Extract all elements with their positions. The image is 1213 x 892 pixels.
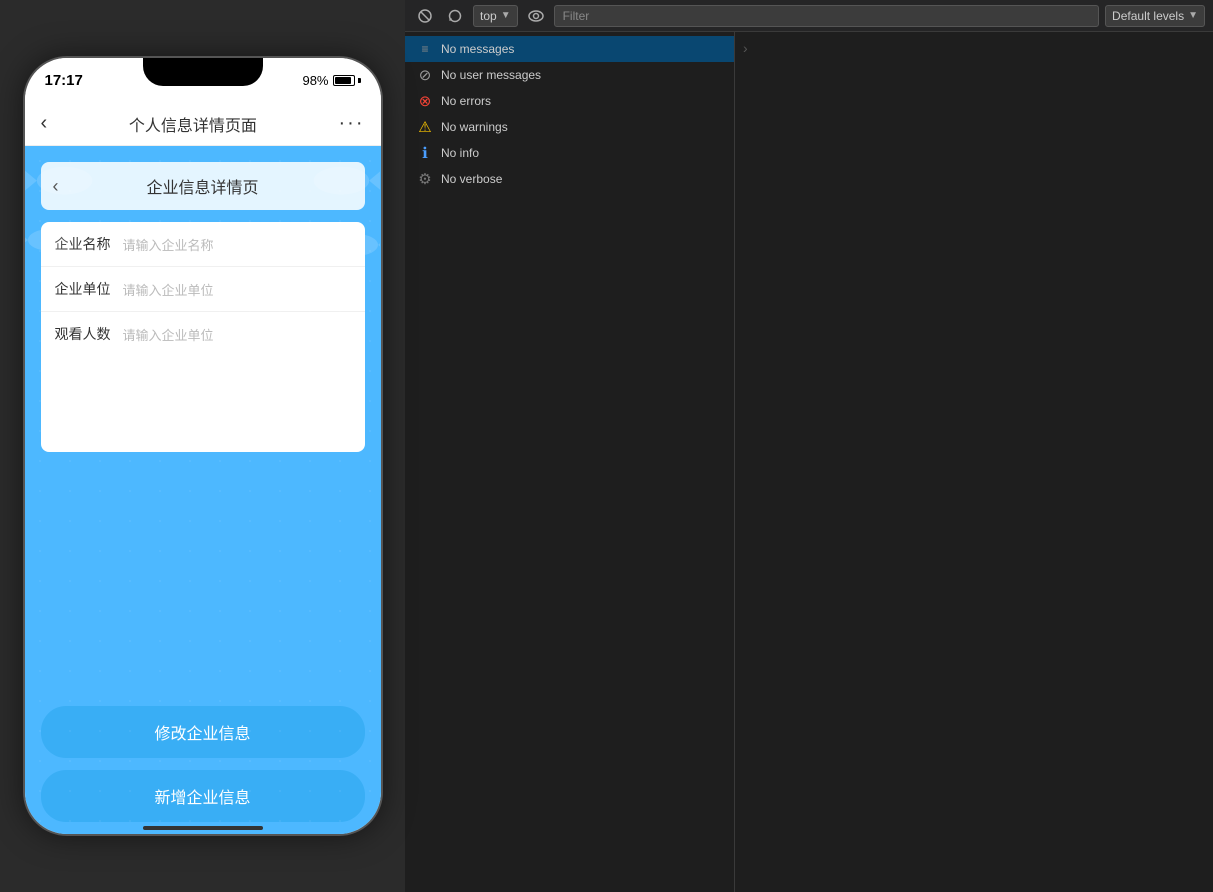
battery-body — [333, 75, 355, 86]
notch — [143, 58, 263, 86]
form-row-viewers: 观看人数 请输入企业单位 — [41, 312, 365, 356]
phone-frame: 17:17 98% ‹ 个人信息详情页面 ··· — [23, 56, 383, 836]
content-spacer — [41, 464, 365, 694]
console-message-no-user-messages[interactable]: ⊘ No user messages — [405, 62, 734, 88]
ban-icon-button[interactable] — [413, 4, 437, 28]
context-dropdown-icon: ▼ — [501, 10, 511, 21]
add-button[interactable]: 新增企业信息 — [41, 770, 365, 822]
battery-tip — [358, 78, 361, 83]
console-message-no-messages[interactable]: ≡ No messages — [405, 36, 734, 62]
info-icon: ℹ — [417, 145, 433, 161]
console-message-text-no-messages: No messages — [441, 42, 514, 56]
status-time: 17:17 — [45, 72, 83, 89]
devtools-panel: top ▼ Default levels ▼ ≡ No messages ⊘ No u… — [405, 0, 1213, 892]
level-dropdown-icon: ▼ — [1188, 10, 1198, 21]
console-message-text-no-errors: No errors — [441, 94, 491, 108]
battery-fill — [335, 77, 351, 84]
context-select[interactable]: top ▼ — [473, 5, 518, 27]
battery-icon — [333, 75, 361, 86]
form-row-company-name: 企业名称 请输入企业名称 — [41, 222, 365, 267]
card-title: 企业信息详情页 — [146, 174, 258, 198]
console-message-text-no-verbose: No verbose — [441, 172, 502, 186]
form-label-viewers: 观看人数 — [55, 324, 111, 344]
phone-content: ‹ 企业信息详情页 企业名称 请输入企业名称 企业单位 请输入企业单位 观看人数… — [25, 146, 381, 836]
user-icon: ⊘ — [417, 67, 433, 83]
battery-percent: 98% — [302, 73, 328, 88]
level-value: Default levels — [1112, 9, 1184, 23]
card-header: ‹ 企业信息详情页 — [41, 162, 365, 210]
context-value: top — [480, 9, 497, 23]
nav-back-button[interactable]: ‹ — [41, 112, 48, 135]
filter-icon-button[interactable] — [443, 4, 467, 28]
console-message-no-errors[interactable]: ⊗ No errors — [405, 88, 734, 114]
form-input-company-name[interactable]: 请输入企业名称 — [123, 235, 351, 254]
devtools-toolbar: top ▼ Default levels ▼ — [405, 0, 1213, 32]
form-input-company-unit[interactable]: 请输入企业单位 — [123, 280, 351, 299]
form-area: 企业名称 请输入企业名称 企业单位 请输入企业单位 观看人数 请输入企业单位 — [41, 222, 365, 452]
nav-title: 个人信息详情页面 — [129, 112, 257, 136]
console-message-text-no-user-messages: No user messages — [441, 68, 541, 82]
warning-icon: ⚠ — [417, 119, 433, 135]
console-message-text-no-info: No info — [441, 146, 479, 160]
filter-input[interactable] — [554, 5, 1099, 27]
console-messages: ≡ No messages ⊘ No user messages ⊗ No errors ⚠… — [405, 32, 1213, 892]
messages-list: ≡ No messages ⊘ No user messages ⊗ No errors ⚠… — [405, 32, 735, 892]
nav-dots-button[interactable]: ··· — [339, 112, 365, 135]
phone-panel: 17:17 98% ‹ 个人信息详情页面 ··· — [0, 0, 405, 892]
messages-icon: ≡ — [417, 41, 433, 57]
form-row-company-unit: 企业单位 请输入企业单位 — [41, 267, 365, 312]
form-label-company-name: 企业名称 — [55, 234, 111, 254]
verbose-icon: ⚙ — [417, 171, 433, 187]
eye-button[interactable] — [524, 4, 548, 28]
phone-nav: ‹ 个人信息详情页面 ··· — [25, 102, 381, 146]
console-message-no-info[interactable]: ℹ No info — [405, 140, 734, 166]
status-right: 98% — [302, 73, 360, 88]
error-icon: ⊗ — [417, 93, 433, 109]
modify-button[interactable]: 修改企业信息 — [41, 706, 365, 758]
home-indicator — [143, 826, 263, 830]
console-message-no-warnings[interactable]: ⚠ No warnings — [405, 114, 734, 140]
form-input-viewers[interactable]: 请输入企业单位 — [123, 325, 351, 344]
console-detail: › — [735, 32, 1213, 892]
chevron-right-icon: › — [743, 40, 748, 56]
status-bar: 17:17 98% — [25, 58, 381, 102]
console-message-text-no-warnings: No warnings — [441, 120, 508, 134]
form-label-company-unit: 企业单位 — [55, 279, 111, 299]
console-message-no-verbose[interactable]: ⚙ No verbose — [405, 166, 734, 192]
level-select[interactable]: Default levels ▼ — [1105, 5, 1205, 27]
card-back-arrow[interactable]: ‹ — [53, 176, 59, 197]
